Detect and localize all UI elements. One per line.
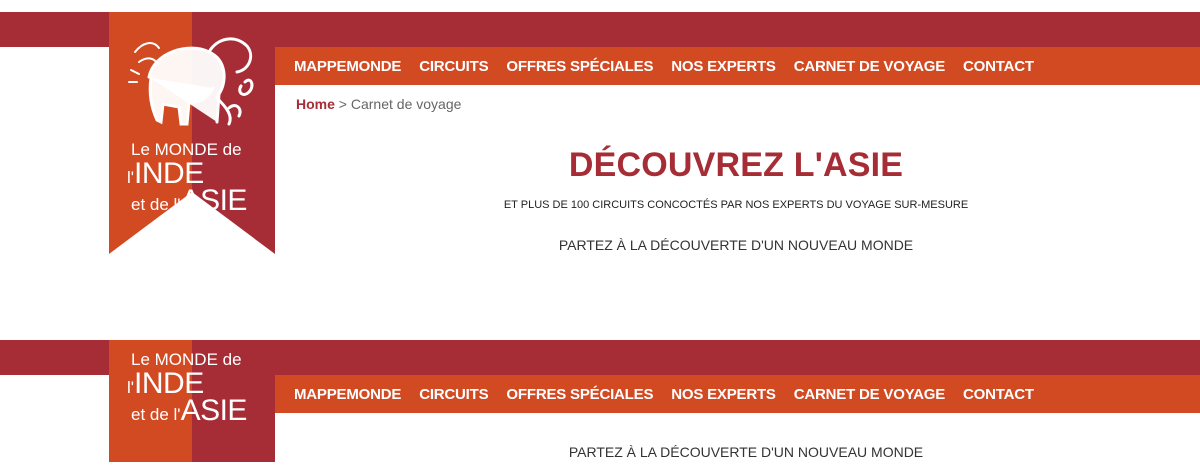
page-subtitle: ET PLUS DE 100 CIRCUITS CONCOCTÉS PAR NO… — [503, 199, 969, 211]
main-nav-sticky: MAPPEMONDE CIRCUITS OFFRES SPÉCIALES NOS… — [275, 375, 1200, 413]
breadcrumb: Home > Carnet de voyage — [296, 96, 461, 112]
nav-item-nos-experts[interactable]: NOS EXPERTS — [671, 58, 776, 75]
nav-item-carnet-de-voyage[interactable]: CARNET DE VOYAGE — [794, 58, 945, 75]
header-full: MAPPEMONDE CIRCUITS OFFRES SPÉCIALES NOS… — [0, 0, 1200, 300]
site-logo[interactable]: Le MONDE de l'INDE et de l'ASIE — [109, 12, 275, 254]
site-logo-compact[interactable]: Le MONDE de l'INDE et de l'ASIE — [109, 340, 275, 462]
nav-item-mappemonde[interactable]: MAPPEMONDE — [294, 58, 401, 75]
header-sticky: MAPPEMONDE CIRCUITS OFFRES SPÉCIALES NOS… — [0, 340, 1200, 476]
nav-item-offres-speciales[interactable]: OFFRES SPÉCIALES — [506, 58, 653, 75]
nav-item-offres-speciales[interactable]: OFFRES SPÉCIALES — [506, 386, 653, 403]
breadcrumb-separator: > — [338, 96, 347, 112]
nav-item-circuits[interactable]: CIRCUITS — [419, 386, 488, 403]
breadcrumb-current: Carnet de voyage — [350, 96, 462, 112]
nav-item-contact[interactable]: CONTACT — [963, 58, 1034, 75]
nav-item-contact[interactable]: CONTACT — [963, 386, 1034, 403]
page-tagline: PARTEZ À LA DÉCOUVERTE D'UN NOUVEAU MOND… — [558, 237, 914, 253]
nav-item-nos-experts[interactable]: NOS EXPERTS — [671, 386, 776, 403]
page-title: DÉCOUVREZ L'ASIE — [568, 146, 904, 184]
nav-item-mappemonde[interactable]: MAPPEMONDE — [294, 386, 401, 403]
breadcrumb-home-link[interactable]: Home — [296, 96, 335, 112]
nav-item-circuits[interactable]: CIRCUITS — [419, 58, 488, 75]
main-nav: MAPPEMONDE CIRCUITS OFFRES SPÉCIALES NOS… — [275, 47, 1200, 85]
nav-item-carnet-de-voyage[interactable]: CARNET DE VOYAGE — [794, 386, 945, 403]
sticky-tagline: PARTEZ À LA DÉCOUVERTE D'UN NOUVEAU MOND… — [568, 444, 924, 460]
